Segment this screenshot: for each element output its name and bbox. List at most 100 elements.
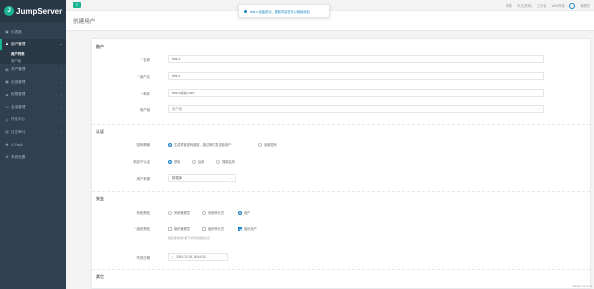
- sidebar-item-9[interactable]: ⚙ 系统设置: [0, 151, 66, 164]
- org-role-admin-checkbox[interactable]: 组织管理员: [168, 226, 190, 231]
- chevron-left-icon: ‹: [61, 80, 62, 85]
- mfa-enable-radio[interactable]: 启用: [192, 159, 204, 164]
- system-role-admin-radio[interactable]: 系统管理员: [168, 210, 190, 215]
- sidebar-submenu: 用户列表 用户组: [0, 49, 66, 64]
- chevron-left-icon: ‹: [61, 105, 62, 110]
- divider: [92, 269, 590, 270]
- mfa-label: 多因子认证: [133, 160, 150, 164]
- topbar: ≡ 帮助 中文(简体) 工作台 Web终端 管理员: [66, 0, 594, 11]
- expire-date-label: 失效日期: [136, 256, 150, 260]
- sidebar-item-label: 资产管理: [11, 67, 26, 72]
- sidebar-item-label: 作业中心: [11, 117, 26, 122]
- chevron-left-icon: ‹: [61, 130, 62, 135]
- sidebar-item-7[interactable]: ▥ 日志审计 ‹: [0, 126, 66, 139]
- chevron-down-icon: ⌄: [59, 42, 62, 46]
- source-label: 用户来源: [136, 177, 150, 181]
- sidebar-item-0[interactable]: ▣ 仪表盘: [0, 26, 66, 39]
- chevron-down-icon: ⌄: [229, 176, 232, 180]
- sidebar-subitem-0[interactable]: 用户列表: [0, 50, 66, 57]
- sidebar-item-label: 日志审计: [11, 129, 26, 134]
- sidebar-item-label: 权限管理: [11, 92, 26, 97]
- sessions-icon: ▭: [5, 105, 9, 110]
- chevron-left-icon: ‹: [61, 67, 62, 72]
- permissions-icon: ◈: [5, 92, 9, 97]
- mfa-disable-radio[interactable]: 禁用: [168, 159, 180, 164]
- top-navigation: 帮助 中文(简体) 工作台 Web终端 管理员: [506, 0, 594, 11]
- web-terminal-link[interactable]: Web终端: [552, 3, 565, 8]
- sidebar: J JumpServer ▣ 仪表盘 ♟ 用户管理 ⌄ 用户列表 用户组 ▤ 资产管理 ‹ ▦ 应用管…: [0, 0, 66, 289]
- logo[interactable]: J JumpServer: [0, 0, 66, 22]
- menu-toggle-button[interactable]: ≡: [73, 1, 81, 8]
- section-auth-title: 认证: [96, 129, 104, 134]
- sidebar-subitem-1[interactable]: 用户组: [0, 57, 66, 64]
- help-link[interactable]: 帮助: [506, 3, 512, 8]
- version-footer: Version: v2.xx.xx: [572, 285, 592, 288]
- sidebar-item-5[interactable]: ▭ 会话管理 ‹: [0, 101, 66, 114]
- org-role-user-checkbox[interactable]: 组织用户: [238, 226, 257, 231]
- org-role-label: * 组织角色: [134, 227, 150, 231]
- avatar[interactable]: [569, 2, 576, 9]
- expire-date-input[interactable]: ▢ 2093-10-26 18:44:30: [168, 253, 228, 261]
- user-menu[interactable]: 管理员: [580, 3, 590, 8]
- section-other-title: 其它: [96, 274, 104, 279]
- chevron-down-icon: ⌄: [537, 107, 540, 111]
- sidebar-item-label: 系统设置: [11, 154, 26, 159]
- username-label: * 用户名: [137, 75, 150, 79]
- password-strategy-label: 密码策略: [136, 143, 150, 147]
- sidebar-item-2[interactable]: ▤ 资产管理 ‹: [0, 64, 66, 77]
- sidebar-item-4[interactable]: ◈ 权限管理 ‹: [0, 89, 66, 102]
- system-role-label: 系统角色: [136, 211, 150, 215]
- org-role-hint: 组织角色用户能下访问的组织信息: [168, 236, 210, 240]
- sidebar-item-6[interactable]: ◎ 作业中心 ‹: [0, 114, 66, 127]
- email-input[interactable]: test-c@jsj.com: [168, 89, 544, 97]
- audit-icon: ▥: [5, 130, 9, 135]
- group-label: 用户组: [139, 108, 150, 112]
- xpack-icon: ✚: [5, 142, 9, 147]
- group-select[interactable]: 用户组 ⌄: [168, 105, 544, 113]
- dashboard-icon: ▣: [5, 30, 9, 35]
- logo-icon: J: [4, 6, 14, 16]
- jobs-icon: ◎: [5, 117, 9, 122]
- users-icon: ♟: [5, 42, 9, 46]
- source-select[interactable]: 数据库 ⌄: [168, 174, 236, 182]
- chevron-left-icon: ‹: [61, 117, 62, 122]
- name-input[interactable]: test-c: [168, 55, 544, 63]
- sidebar-nav: ▣ 仪表盘 ♟ 用户管理 ⌄ 用户列表 用户组 ▤ 资产管理 ‹ ▦ 应用管理 ‹ ◈ 权限管理 ‹ ▭ 会话管理…: [0, 26, 66, 164]
- sidebar-item-label: 用户管理: [11, 41, 26, 46]
- workbench-link[interactable]: 工作台: [537, 3, 547, 8]
- divider: [92, 191, 590, 192]
- password-strategy-set-password-radio[interactable]: 设置密码: [258, 142, 277, 147]
- sidebar-item-label: 会话管理: [11, 104, 26, 109]
- sidebar-item-3[interactable]: ▦ 应用管理 ‹: [0, 76, 66, 89]
- logo-text: JumpServer: [16, 6, 63, 16]
- chevron-left-icon: ‹: [61, 92, 62, 97]
- username-input[interactable]: test-c: [168, 72, 544, 80]
- page-header: 创建用户: [66, 11, 594, 31]
- language-select[interactable]: 中文(简体): [517, 3, 532, 8]
- page-title: 创建用户: [73, 18, 96, 25]
- toast-message: test-c 创建成功，更新内容在可以继续添加: [250, 9, 310, 14]
- password-strategy-reset-link-radio[interactable]: 生成重置密码链接，通过邮件发送给用户: [168, 142, 231, 147]
- info-icon: [244, 9, 247, 13]
- sidebar-item-label: 仪表盘: [11, 29, 22, 34]
- section-account-title: 账户: [96, 44, 104, 49]
- success-toast: test-c 创建成功，更新内容在可以继续添加: [238, 4, 330, 18]
- divider: [92, 124, 590, 125]
- sidebar-item-label: 应用管理: [11, 79, 26, 84]
- section-security-title: 安全: [96, 196, 104, 201]
- apps-icon: ▦: [5, 80, 9, 85]
- sidebar-item-8[interactable]: ✚ X-Pack: [0, 139, 66, 152]
- app-root: J JumpServer ▣ 仪表盘 ♟ 用户管理 ⌄ 用户列表 用户组 ▤ 资产管理 ‹ ▦ 应用管…: [0, 0, 594, 289]
- mfa-force-radio[interactable]: 强制启用: [216, 159, 235, 164]
- calendar-icon: ▢: [171, 255, 174, 259]
- system-role-auditor-radio[interactable]: 系统审计员: [202, 210, 224, 215]
- sidebar-item-label: X-Pack: [11, 142, 23, 147]
- settings-icon: ⚙: [5, 155, 9, 160]
- sidebar-item-1[interactable]: ♟ 用户管理 ⌄: [0, 38, 66, 50]
- system-role-user-radio[interactable]: 用户: [238, 210, 250, 215]
- org-role-auditor-checkbox[interactable]: 组织审计员: [202, 226, 224, 231]
- create-user-form: 账户 * 名称 test-c * 用户名 test-c * 邮件 test-c@…: [91, 38, 591, 289]
- name-label: * 名称: [140, 58, 150, 62]
- assets-icon: ▤: [5, 67, 9, 72]
- email-label: * 邮件: [140, 92, 150, 96]
